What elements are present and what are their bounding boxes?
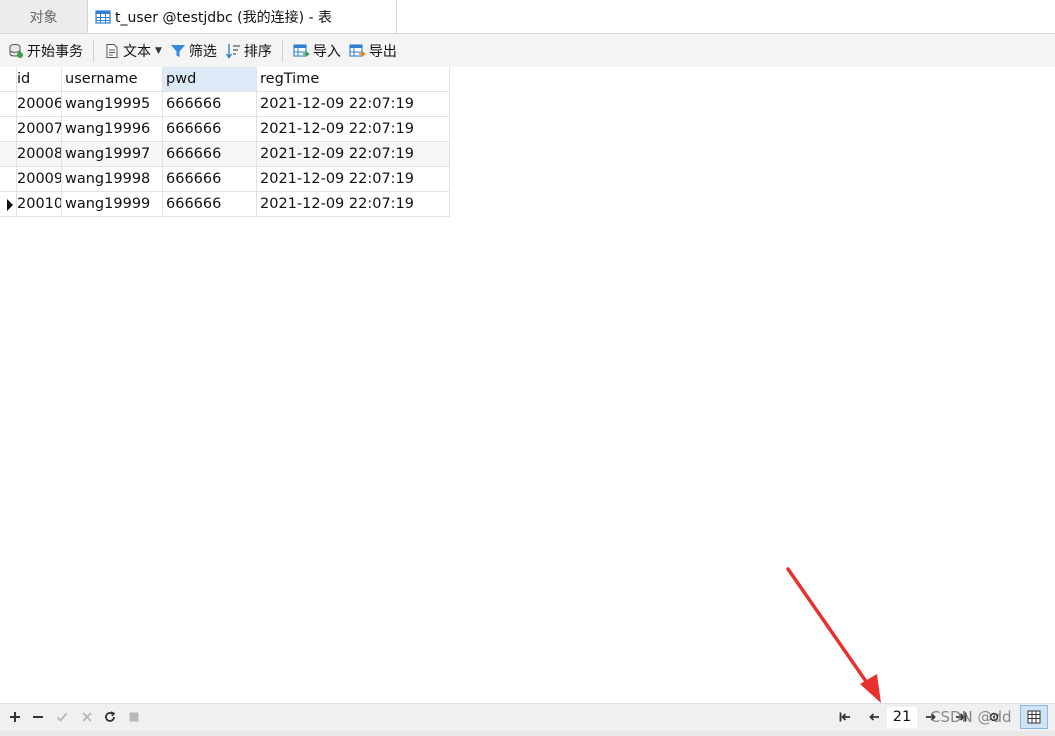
- data-grid: id username pwd regTime 20006 wang19995 …: [0, 67, 450, 217]
- tab-objects[interactable]: 对象: [0, 0, 88, 33]
- cell-pwd[interactable]: 666666: [163, 192, 257, 217]
- table-row-current[interactable]: 20010 wang19999 666666 2021-12-09 22:07:…: [0, 192, 450, 217]
- check-icon: [56, 712, 68, 722]
- discard-changes-button[interactable]: [78, 708, 96, 726]
- table-row[interactable]: 20006 wang19995 666666 2021-12-09 22:07:…: [0, 92, 450, 117]
- toolbar: 开始事务 文本 ▼ 筛选 排序 导入 导出: [0, 34, 1055, 67]
- table-row[interactable]: 20007 wang19996 666666 2021-12-09 22:07:…: [0, 117, 450, 142]
- gear-icon: [989, 712, 999, 722]
- row-selector[interactable]: [0, 117, 17, 142]
- next-page-button[interactable]: [922, 708, 940, 726]
- transaction-icon: [9, 43, 23, 58]
- import-label: 导入: [312, 43, 341, 60]
- export-icon: [349, 43, 366, 57]
- import-button[interactable]: 导入: [289, 38, 345, 64]
- cell-pwd[interactable]: 666666: [163, 92, 257, 117]
- text-label: 文本: [123, 43, 151, 60]
- cell-id[interactable]: 20007: [17, 117, 62, 142]
- begin-transaction-label: 开始事务: [27, 43, 83, 60]
- bottom-bar: 21 CSDN @dd: [0, 703, 1055, 731]
- cell-id[interactable]: 20009: [17, 167, 62, 192]
- current-row-pointer-icon: [7, 199, 13, 211]
- sort-label: 排序: [243, 43, 272, 60]
- last-page-button[interactable]: [952, 708, 970, 726]
- cell-id[interactable]: 20010: [17, 192, 62, 217]
- plus-icon: [10, 712, 20, 722]
- tab-t-user-table[interactable]: t_user @testjdbc (我的连接) - 表: [89, 0, 397, 33]
- column-header-username[interactable]: username: [62, 67, 163, 92]
- row-selector[interactable]: [0, 142, 17, 167]
- close-icon: [82, 712, 92, 722]
- cell-pwd[interactable]: 666666: [163, 117, 257, 142]
- cell-pwd[interactable]: 666666: [163, 142, 257, 167]
- column-header-pwd[interactable]: pwd: [163, 67, 257, 92]
- arrow-left-icon: [869, 713, 879, 721]
- cell-regtime[interactable]: 2021-12-09 22:07:19: [257, 92, 450, 117]
- tab-bar: 对象 t_user @testjdbc (我的连接) - 表: [0, 0, 1055, 34]
- status-bar: [0, 731, 1055, 736]
- settings-gear-button[interactable]: [985, 708, 1003, 726]
- tab-t-user-label: t_user @testjdbc (我的连接) - 表: [115, 9, 333, 26]
- grid-header-row: id username pwd regTime: [0, 67, 450, 92]
- page-number-input[interactable]: 21: [887, 707, 917, 728]
- arrow-right-icon: [926, 713, 936, 721]
- minus-icon: [33, 716, 43, 718]
- export-button[interactable]: 导出: [345, 38, 401, 64]
- import-icon: [293, 43, 310, 57]
- cell-id[interactable]: 20008: [17, 142, 62, 167]
- filter-label: 筛选: [188, 43, 217, 60]
- text-button[interactable]: 文本 ▼: [100, 38, 166, 64]
- begin-transaction-button[interactable]: 开始事务: [4, 38, 87, 64]
- toolbar-separator: [281, 39, 283, 62]
- cell-regtime[interactable]: 2021-12-09 22:07:19: [257, 192, 450, 217]
- grid-view-icon: [1027, 710, 1041, 724]
- column-header-id[interactable]: id: [17, 67, 62, 92]
- first-page-button[interactable]: [836, 708, 854, 726]
- sort-button[interactable]: 排序: [221, 38, 276, 64]
- row-header-corner[interactable]: [0, 67, 17, 92]
- row-selector[interactable]: [0, 167, 17, 192]
- apply-changes-button[interactable]: [53, 708, 71, 726]
- sort-icon: [225, 43, 240, 59]
- column-header-regtime[interactable]: regTime: [257, 67, 450, 92]
- table-icon: [95, 9, 111, 24]
- cell-regtime[interactable]: 2021-12-09 22:07:19: [257, 117, 450, 142]
- refresh-button[interactable]: [101, 708, 119, 726]
- row-selector[interactable]: [0, 92, 17, 117]
- table-row[interactable]: 20008 wang19997 666666 2021-12-09 22:07:…: [0, 142, 450, 167]
- cell-pwd[interactable]: 666666: [163, 167, 257, 192]
- cell-username[interactable]: wang19995: [62, 92, 163, 117]
- stop-button[interactable]: [125, 708, 143, 726]
- cell-username[interactable]: wang19998: [62, 167, 163, 192]
- filter-button[interactable]: 筛选: [166, 38, 221, 64]
- text-document-icon: [106, 43, 118, 58]
- export-label: 导出: [368, 43, 397, 60]
- delete-record-button[interactable]: [29, 708, 47, 726]
- cell-regtime[interactable]: 2021-12-09 22:07:19: [257, 167, 450, 192]
- cell-regtime[interactable]: 2021-12-09 22:07:19: [257, 142, 450, 167]
- toolbar-separator: [93, 39, 94, 62]
- cell-username[interactable]: wang19996: [62, 117, 163, 142]
- previous-page-button[interactable]: [865, 708, 883, 726]
- stop-icon: [129, 712, 139, 722]
- first-page-icon: [839, 712, 850, 722]
- grid-view-button[interactable]: [1020, 705, 1048, 729]
- cell-username[interactable]: wang19997: [62, 142, 163, 167]
- tab-objects-label: 对象: [29, 9, 58, 26]
- table-row[interactable]: 20009 wang19998 666666 2021-12-09 22:07:…: [0, 167, 450, 192]
- refresh-icon: [105, 711, 116, 722]
- dropdown-caret-icon[interactable]: ▼: [155, 46, 162, 56]
- add-record-button[interactable]: [6, 708, 24, 726]
- row-selector-current[interactable]: [0, 192, 17, 217]
- filter-funnel-icon: [170, 44, 185, 57]
- cell-id[interactable]: 20006: [17, 92, 62, 117]
- last-page-icon: [956, 712, 967, 722]
- cell-username[interactable]: wang19999: [62, 192, 163, 217]
